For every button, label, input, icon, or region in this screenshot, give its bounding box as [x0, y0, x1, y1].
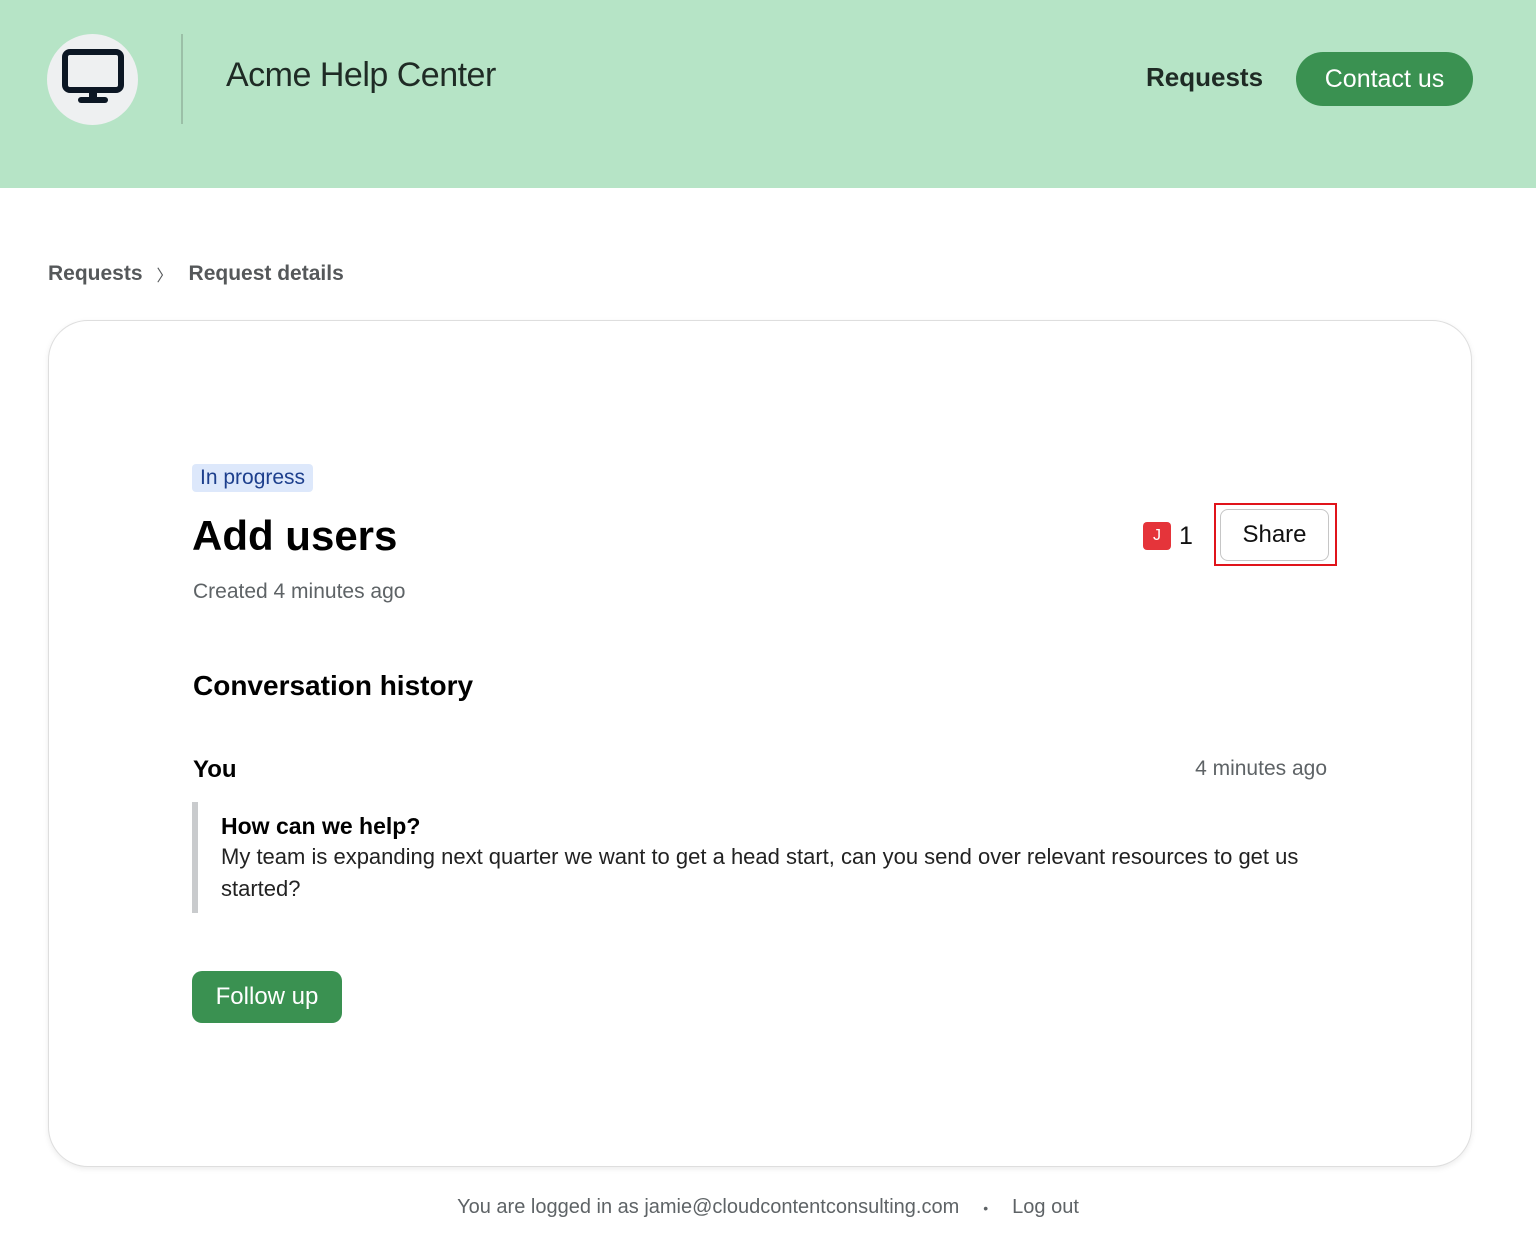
message-author: You — [193, 756, 237, 783]
site-title[interactable]: Acme Help Center — [226, 56, 496, 95]
request-card — [48, 320, 1472, 1167]
message-heading: How can we help? — [221, 813, 421, 839]
site-header: Acme Help Center Requests Contact us — [0, 0, 1536, 188]
message-time: 4 minutes ago — [1195, 757, 1327, 780]
footer-separator: • — [983, 1199, 989, 1216]
breadcrumb-requests-link[interactable]: Requests — [48, 262, 143, 286]
status-badge: In progress — [192, 464, 314, 492]
request-title: Add users — [192, 512, 398, 559]
logout-link[interactable]: Log out — [1012, 1196, 1079, 1219]
nav-requests-link[interactable]: Requests — [1146, 62, 1263, 93]
message-body: How can we help? My team is expanding ne… — [192, 802, 1328, 913]
breadcrumb: Requests 〉 Request details — [48, 262, 344, 286]
follow-up-button[interactable]: Follow up — [192, 971, 342, 1023]
contact-us-button[interactable]: Contact us — [1296, 52, 1473, 106]
logo[interactable] — [47, 34, 138, 125]
participant-count[interactable]: 1 — [1179, 522, 1193, 551]
participant-avatar[interactable]: J — [1143, 522, 1171, 550]
share-button[interactable]: Share — [1220, 509, 1329, 561]
monitor-icon — [61, 49, 124, 110]
message-text: My team is expanding next quarter we wan… — [221, 844, 1299, 901]
created-time: Created 4 minutes ago — [193, 580, 406, 603]
conversation-history-heading: Conversation history — [193, 670, 474, 701]
chevron-right-icon: 〉 — [156, 268, 173, 285]
footer: You are logged in as jamie@cloudcontentc… — [0, 1196, 1536, 1219]
breadcrumb-current: Request details — [188, 262, 344, 285]
logged-in-text: You are logged in as jamie@cloudcontentc… — [457, 1196, 960, 1218]
header-divider — [181, 34, 183, 124]
